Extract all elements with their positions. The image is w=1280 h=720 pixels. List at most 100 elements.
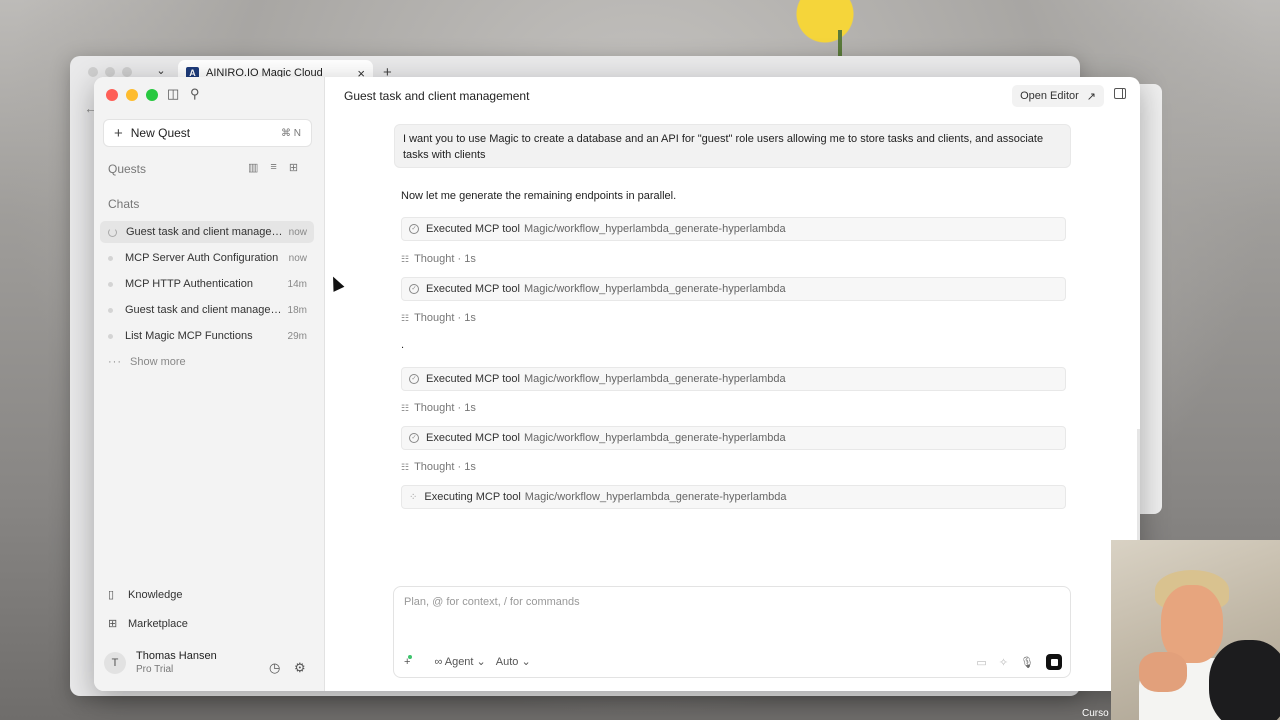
thought-row[interactable]: ☷ Thought · 1s xyxy=(401,253,476,265)
chat-item[interactable]: Guest task and client managem... now xyxy=(100,221,314,243)
composer[interactable]: Plan, @ for context, / for commands + ∞ … xyxy=(393,586,1071,678)
background-window-edge xyxy=(1138,84,1162,514)
tool-status: Executing MCP tool xyxy=(424,491,521,503)
thought-label: Thought · 1s xyxy=(414,253,476,265)
agent-mode-select[interactable]: ∞ Agent ⌄ xyxy=(434,655,485,668)
search-icon[interactable]: ⚲ xyxy=(190,86,200,102)
chat-time: now xyxy=(288,226,307,238)
loading-spinner-icon xyxy=(108,227,117,237)
tool-name: Magic/workflow_hyperlambda_generate-hype… xyxy=(523,432,786,444)
sparkle-icon[interactable]: ✧ xyxy=(999,656,1008,669)
chat-item[interactable]: List Magic MCP Functions 29m xyxy=(100,325,314,347)
chat-item[interactable]: Guest task and client managem... 18m xyxy=(100,299,314,321)
thought-icon: ☷ xyxy=(401,461,410,472)
book-icon: ▯ xyxy=(108,589,115,601)
thought-label: Thought · 1s xyxy=(414,461,476,473)
close-window-button[interactable] xyxy=(106,89,118,101)
gear-icon[interactable]: ⚙ xyxy=(294,660,306,676)
tool-status: Executed MCP tool xyxy=(426,373,520,385)
thought-icon: ☷ xyxy=(401,312,410,323)
tool-call-row[interactable]: ⁘ Executing MCP tool Magic/workflow_hype… xyxy=(401,485,1066,509)
microphone-icon[interactable]: 🎙 xyxy=(1020,656,1034,669)
maximize-window-button[interactable] xyxy=(146,89,158,101)
browser-traffic-lights xyxy=(88,67,132,77)
chat-time: 14m xyxy=(287,278,307,290)
thought-icon: ☷ xyxy=(401,253,410,264)
thought-row[interactable]: ☷ Thought · 1s xyxy=(401,461,476,473)
chat-title: MCP HTTP Authentication xyxy=(125,278,253,290)
marketplace-link[interactable]: ⊞ Marketplace xyxy=(108,617,188,631)
tool-name: Magic/workflow_hyperlambda_generate-hype… xyxy=(524,491,787,503)
chat-item[interactable]: MCP HTTP Authentication 14m xyxy=(100,273,314,295)
thought-row[interactable]: ☷ Thought · 1s xyxy=(401,312,476,324)
chat-time: 29m xyxy=(287,330,307,342)
chat-time: now xyxy=(288,252,307,264)
stop-button[interactable] xyxy=(1046,654,1062,670)
check-circle-icon: ✓ xyxy=(409,433,419,443)
page-title: Guest task and client management xyxy=(344,89,530,103)
arrow-up-right-icon: ↗ xyxy=(1086,90,1096,103)
user-profile[interactable]: T Thomas Hansen Pro Trial xyxy=(104,650,217,675)
tool-name: Magic/workflow_hyperlambda_generate-hype… xyxy=(523,373,786,385)
status-dot-icon xyxy=(108,281,113,287)
check-circle-icon: ✓ xyxy=(409,374,419,384)
marketplace-icon: ⊞ xyxy=(108,618,118,630)
marketplace-label: Marketplace xyxy=(128,617,188,630)
user-message[interactable]: I want you to use Magic to create a data… xyxy=(394,124,1071,168)
composer-toolbar: + ∞ Agent ⌄ Auto ⌄ xyxy=(404,654,531,668)
quests-toolbar: ▥ ≡ ⊞ xyxy=(248,161,298,174)
chat-title: Guest task and client managem... xyxy=(125,304,284,316)
usage-gauge-icon[interactable]: ◷ xyxy=(269,660,280,676)
thought-label: Thought · 1s xyxy=(414,312,476,324)
chat-main-area: Guest task and client management Open Ed… xyxy=(324,77,1140,691)
image-icon[interactable]: ▭ xyxy=(976,656,986,669)
chat-time: 18m xyxy=(287,304,307,316)
chat-title: Guest task and client managem... xyxy=(126,226,285,238)
tool-call-row[interactable]: ✓ Executed MCP tool Magic/workflow_hyper… xyxy=(401,277,1066,301)
status-dot-icon xyxy=(108,333,113,339)
status-dot-icon xyxy=(108,307,113,313)
tool-call-row[interactable]: ✓ Executed MCP tool Magic/workflow_hyper… xyxy=(401,426,1066,450)
minimize-window-button[interactable] xyxy=(126,89,138,101)
assistant-text: . xyxy=(401,339,405,351)
composer-input[interactable]: Plan, @ for context, / for commands xyxy=(404,596,580,608)
composer-actions: ▭ ✧ 🎙 xyxy=(976,654,1062,670)
check-circle-icon: ✓ xyxy=(409,284,419,294)
show-more-link[interactable]: ··· Show more xyxy=(108,356,186,368)
status-dot-icon xyxy=(408,654,413,659)
cursor-app-window: ◫ ⚲ + New Quest ⌘ N Quests ▥ ≡ ⊞ Chats G… xyxy=(94,77,1140,691)
tool-name: Magic/workflow_hyperlambda_generate-hype… xyxy=(523,283,786,295)
ellipsis-icon: ··· xyxy=(108,356,122,368)
new-quest-shortcut: ⌘ N xyxy=(281,127,301,139)
traffic-lights xyxy=(106,89,158,101)
knowledge-label: Knowledge xyxy=(128,588,183,601)
open-editor-label: Open Editor xyxy=(1020,90,1079,102)
chats-heading: Chats xyxy=(108,197,140,211)
webcam-overlay xyxy=(1111,540,1280,720)
show-more-label: Show more xyxy=(130,356,186,368)
status-dot-icon xyxy=(108,255,113,261)
thought-icon: ☷ xyxy=(401,402,410,413)
tool-call-row[interactable]: ✓ Executed MCP tool Magic/workflow_hyper… xyxy=(401,367,1066,391)
tool-status: Executed MCP tool xyxy=(426,432,520,444)
stop-icon xyxy=(1050,658,1058,666)
sidebar-toggle-icon[interactable]: ◫ xyxy=(167,86,179,102)
open-editor-button[interactable]: Open Editor ↗ xyxy=(1012,85,1104,107)
folder-plus-icon[interactable]: ⊞ xyxy=(289,161,298,174)
microphone-image xyxy=(1209,640,1280,720)
new-quest-button[interactable]: + New Quest ⌘ N xyxy=(103,119,312,147)
tool-status: Executed MCP tool xyxy=(426,283,520,295)
new-quest-label: New Quest xyxy=(130,126,191,140)
knowledge-link[interactable]: ▯ Knowledge xyxy=(108,588,183,602)
chat-item[interactable]: MCP Server Auth Configuration now xyxy=(100,247,314,269)
plus-icon: + xyxy=(114,124,123,142)
columns-icon[interactable]: ▥ xyxy=(248,161,258,174)
sidebar: ◫ ⚲ + New Quest ⌘ N Quests ▥ ≡ ⊞ Chats G… xyxy=(94,77,325,691)
user-name: Thomas Hansen xyxy=(136,650,217,662)
thought-row[interactable]: ☷ Thought · 1s xyxy=(401,402,476,414)
tool-call-row[interactable]: ✓ Executed MCP tool Magic/workflow_hyper… xyxy=(401,217,1066,241)
model-select[interactable]: Auto ⌄ xyxy=(496,655,531,668)
loading-spinner-icon: ⁘ xyxy=(409,491,418,503)
filter-icon[interactable]: ≡ xyxy=(270,161,276,174)
panel-toggle-icon[interactable] xyxy=(1114,88,1126,99)
